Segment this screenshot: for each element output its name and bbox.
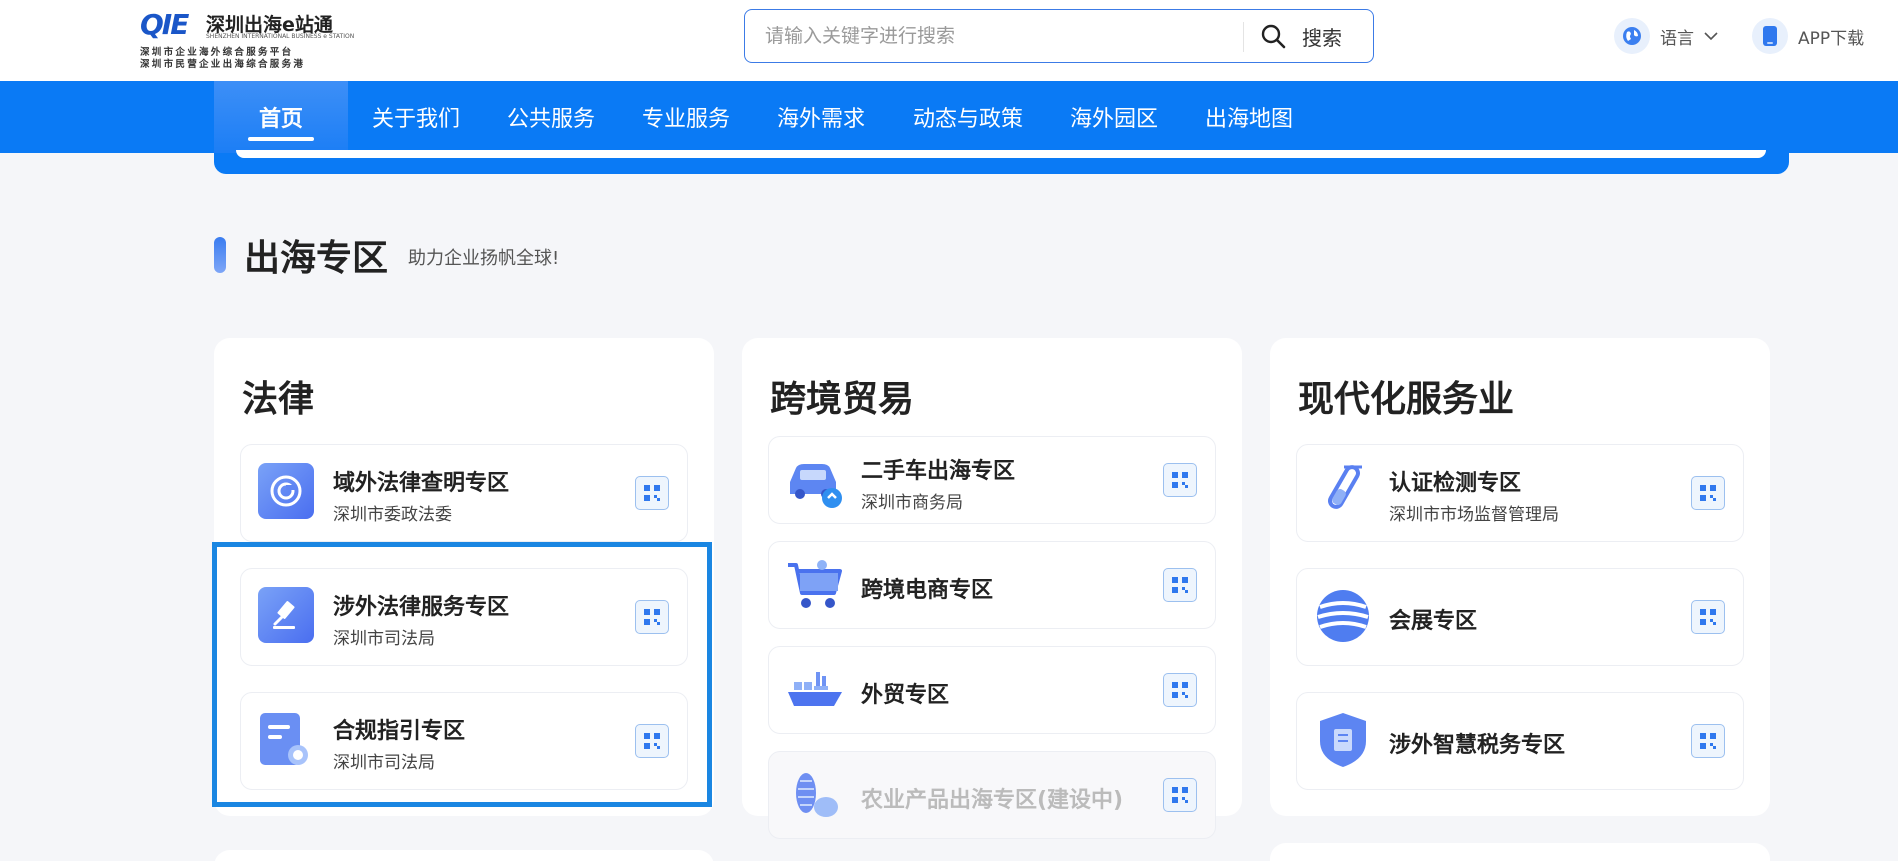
- qr-code-icon[interactable]: [635, 600, 669, 634]
- top-header: QIE 深圳出海e站通 SHENZHEN INTERNATIONAL BUSIN…: [0, 0, 1898, 81]
- column-cross-border-trade: 跨境贸易 二手车出海专区 深圳市商务局 跨境电商专区 外贸专区 农业产品出海专区…: [742, 338, 1242, 839]
- language-label: 语言: [1660, 28, 1694, 49]
- car-icon: [786, 452, 844, 510]
- gavel-icon: [258, 587, 316, 645]
- nav-item-public-services[interactable]: 公共服务: [487, 81, 615, 153]
- phone-icon: [1752, 18, 1788, 54]
- qr-code-icon[interactable]: [1691, 724, 1725, 758]
- card-subtitle: 深圳市委政法委: [333, 505, 452, 525]
- nav-item-professional-services[interactable]: 专业服务: [622, 81, 750, 153]
- search-input[interactable]: [765, 22, 1225, 50]
- nav-item-home[interactable]: 首页: [214, 81, 348, 153]
- qr-code-icon[interactable]: [1691, 600, 1725, 634]
- nav-item-about[interactable]: 关于我们: [352, 81, 480, 153]
- card-compliance-guide[interactable]: 合规指引专区 深圳市司法局: [240, 692, 688, 790]
- card-title: 涉外智慧税务专区: [1389, 733, 1566, 758]
- card-subtitle: 深圳市司法局: [333, 629, 435, 649]
- banner-inner-edge: [236, 150, 1766, 158]
- certificate-document-icon: [258, 711, 316, 769]
- column-law: 法律 域外法律查明专区 深圳市委政法委 涉外法律服务专区 深圳市司法局 合规指引…: [214, 338, 714, 816]
- card-subtitle: 深圳市商务局: [861, 493, 963, 513]
- column-title: 法律: [242, 379, 315, 420]
- next-column-peek: [214, 850, 714, 861]
- test-tube-icon: [1314, 463, 1372, 521]
- next-column-peek: [1270, 843, 1770, 861]
- card-title: 合规指引专区: [333, 719, 466, 744]
- qr-code-icon[interactable]: [1163, 778, 1197, 812]
- card-title: 认证检测专区: [1389, 471, 1522, 496]
- card-title: 域外法律查明专区: [333, 471, 510, 496]
- qr-code-icon[interactable]: [635, 724, 669, 758]
- card-certification-testing[interactable]: 认证检测专区 深圳市市场监督管理局: [1296, 444, 1744, 542]
- logo-mark: QIE: [140, 8, 189, 41]
- nav-item-overseas-parks[interactable]: 海外园区: [1050, 81, 1178, 153]
- card-title: 二手车出海专区: [861, 459, 1016, 484]
- search-divider: [1243, 22, 1244, 52]
- logo-tagline-2: 深圳市民营企业出海综合服务港: [140, 59, 306, 70]
- card-title: 农业产品出海专区(建设中): [861, 788, 1124, 813]
- globe-icon: [1614, 18, 1650, 54]
- card-cross-border-ecommerce[interactable]: 跨境电商专区: [768, 541, 1216, 629]
- search-button-label: 搜索: [1302, 25, 1342, 50]
- app-download[interactable]: APP下载: [1752, 18, 1864, 54]
- card-title: 会展专区: [1389, 609, 1478, 634]
- nav-item-overseas-demand[interactable]: 海外需求: [757, 81, 885, 153]
- qr-code-icon[interactable]: [1163, 463, 1197, 497]
- section-title: 出海专区: [244, 238, 389, 279]
- section-header: 出海专区 助力企业扬帆全球!: [214, 230, 559, 280]
- column-title: 现代化服务业: [1298, 379, 1515, 420]
- qr-code-icon[interactable]: [1691, 476, 1725, 510]
- qr-code-icon[interactable]: [1163, 673, 1197, 707]
- site-logo[interactable]: QIE 深圳出海e站通 SHENZHEN INTERNATIONAL BUSIN…: [140, 8, 354, 70]
- nav-item-map[interactable]: 出海地图: [1185, 81, 1313, 153]
- card-subtitle: 深圳市市场监督管理局: [1389, 505, 1559, 525]
- card-subtitle: 深圳市司法局: [333, 753, 435, 773]
- card-agricultural-export[interactable]: 农业产品出海专区(建设中): [768, 751, 1216, 839]
- language-selector[interactable]: 语言: [1614, 18, 1718, 54]
- logo-subtitle: SHENZHEN INTERNATIONAL BUSINESS e STATIO…: [206, 33, 355, 40]
- qr-code-icon[interactable]: [1163, 568, 1197, 602]
- main-nav: 首页 关于我们 公共服务 专业服务 海外需求 动态与政策 海外园区 出海地图: [0, 81, 1898, 153]
- app-download-label: APP下载: [1798, 28, 1865, 49]
- legal-lookup-icon: [258, 463, 316, 521]
- column-title: 跨境贸易: [770, 379, 915, 420]
- cargo-ship-icon: [786, 662, 844, 720]
- search-button[interactable]: 搜索: [1260, 18, 1370, 54]
- section-subtitle: 助力企业扬帆全球!: [408, 248, 560, 269]
- card-used-car-export[interactable]: 二手车出海专区 深圳市商务局: [768, 436, 1216, 524]
- search-icon: [1261, 24, 1286, 49]
- qr-code-icon[interactable]: [635, 476, 669, 510]
- search-box: 搜索: [744, 9, 1374, 63]
- chevron-down-icon: [1704, 32, 1718, 41]
- card-smart-tax[interactable]: 涉外智慧税务专区: [1296, 692, 1744, 790]
- card-title: 外贸专区: [861, 683, 950, 708]
- nav-item-news-policy[interactable]: 动态与政策: [892, 81, 1044, 153]
- card-foreign-legal-services[interactable]: 涉外法律服务专区 深圳市司法局: [240, 568, 688, 666]
- corn-icon: [786, 767, 844, 825]
- card-foreign-law-lookup[interactable]: 域外法律查明专区 深圳市委政法委: [240, 444, 688, 542]
- shopping-cart-icon: [786, 557, 844, 615]
- card-exhibition[interactable]: 会展专区: [1296, 568, 1744, 666]
- section-accent-bar: [214, 237, 226, 273]
- card-title: 涉外法律服务专区: [333, 595, 510, 620]
- tax-shield-icon: [1314, 711, 1372, 769]
- column-modern-services: 现代化服务业 认证检测专区 深圳市市场监督管理局 会展专区 涉外智慧税务专区: [1270, 338, 1770, 816]
- card-title: 跨境电商专区: [861, 578, 994, 603]
- globe-stripes-icon: [1314, 587, 1372, 645]
- card-foreign-trade[interactable]: 外贸专区: [768, 646, 1216, 734]
